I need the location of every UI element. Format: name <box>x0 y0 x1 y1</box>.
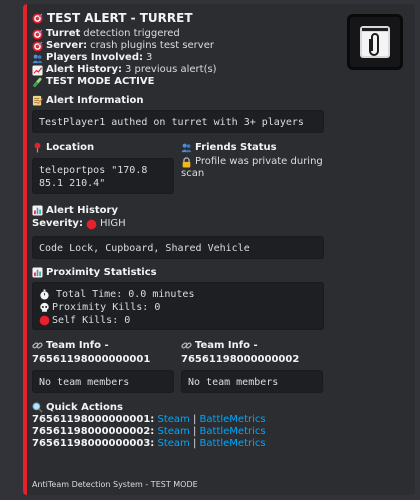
location-line-1: teleportpos "170.8 <box>39 165 148 176</box>
detail-value: detection triggered <box>83 28 180 39</box>
detail-value: 3 previous alert(s) <box>125 64 217 75</box>
proximity-title: Proximity Statistics <box>32 265 409 279</box>
alert-embed: TEST ALERT - TURRET Turret detection tri… <box>23 4 415 495</box>
steam-link[interactable]: Steam <box>157 414 189 426</box>
detail-server: Server: crash plugins test server <box>32 40 409 52</box>
detail-key: Players Involved: <box>46 52 143 63</box>
target-icon <box>32 41 43 52</box>
team-info-1-id: 76561198000000001 <box>32 353 151 365</box>
team-info-2-title: Team Info - <box>181 338 323 352</box>
alert-history-title: Alert History <box>32 203 409 217</box>
steam-link[interactable]: Steam <box>157 426 189 438</box>
friends-title: Friends Status <box>181 140 321 154</box>
link-separator: | <box>192 414 197 425</box>
bar-chart-icon <box>32 267 43 278</box>
location-title-text: Location <box>46 141 95 153</box>
quick-actions-list: 76561198000000001: Steam | BattleMetrics… <box>32 414 409 450</box>
detail-turret: Turret detection triggered <box>32 28 409 40</box>
stopwatch-icon <box>39 289 50 300</box>
proximity-row-kills: Proximity Kills: 0 <box>39 301 317 314</box>
quick-action-id: 76561198000000003: <box>32 438 155 449</box>
detail-test-mode: TEST MODE ACTIVE <box>32 76 409 88</box>
people-icon <box>181 142 192 153</box>
friends-status-line: Profile was private during <box>181 156 323 168</box>
location-title: Location <box>32 140 174 154</box>
quick-actions-title-text: Quick Actions <box>46 401 123 413</box>
link-icon <box>181 340 192 351</box>
lock-icon <box>181 157 192 168</box>
alert-info-code: TestPlayer1 authed on turret with 3+ pla… <box>32 110 324 133</box>
location-code: teleportpos "170.8 85.1 210.4" <box>32 158 174 194</box>
link-separator: | <box>192 438 197 449</box>
quick-action-row: 76561198000000002: Steam | BattleMetrics <box>32 426 409 438</box>
chart-icon <box>32 65 43 76</box>
detail-key: Server: <box>46 40 88 51</box>
target-icon <box>32 29 43 40</box>
magnifier-icon <box>32 402 43 413</box>
team-info-2-id: 76561198000000002 <box>181 353 300 365</box>
detail-key: Turret <box>46 28 81 39</box>
quick-action-id: 76561198000000002: <box>32 426 155 437</box>
proximity-row-time: Total Time: 0.0 minutes <box>39 288 317 301</box>
bar-chart-icon <box>32 205 43 216</box>
embed-footer: AntiTeam Detection System - TEST MODE <box>32 480 198 489</box>
link-icon <box>32 340 43 351</box>
battlemetrics-link[interactable]: BattleMetrics <box>200 414 266 426</box>
proximity-title-text: Proximity Statistics <box>46 266 157 278</box>
proximity-row-text: Self Kills: 0 <box>52 315 131 326</box>
proximity-code: Total Time: 0.0 minutes Proximity Kills:… <box>32 282 324 330</box>
red-circle-icon <box>39 315 50 326</box>
detail-value: crash plugins test server <box>90 40 214 51</box>
alert-info-title: Alert Information <box>32 93 409 107</box>
detail-alert-history: Alert History: 3 previous alert(s) <box>32 64 409 76</box>
friends-status-text: Profile was private during <box>195 156 323 167</box>
alert-info-title-text: Alert Information <box>46 94 144 106</box>
embed-accent-bar <box>23 4 27 495</box>
detail-value: 3 <box>145 52 153 63</box>
alert-history-code: Code Lock, Cupboard, Shared Vehicle <box>32 236 324 259</box>
pin-icon <box>32 142 43 153</box>
quick-action-id: 76561198000000001: <box>32 414 155 425</box>
people-icon <box>32 53 43 64</box>
test-tube-icon <box>32 77 43 88</box>
severity-value: HIGH <box>99 218 126 229</box>
alert-history-title-text: Alert History <box>46 204 118 216</box>
battlemetrics-link[interactable]: BattleMetrics <box>200 426 266 438</box>
quick-action-row: 76561198000000003: Steam | BattleMetrics <box>32 438 409 450</box>
alert-title-text: TEST ALERT - TURRET <box>47 11 193 25</box>
proximity-row-self-kills: Self Kills: 0 <box>39 314 317 327</box>
red-circle-icon <box>86 219 97 230</box>
detail-key: TEST MODE ACTIVE <box>46 76 155 87</box>
quick-actions-title: Quick Actions <box>32 400 409 414</box>
team-info-1-code: No team members <box>32 370 174 393</box>
alert-title: TEST ALERT - TURRET <box>32 10 409 26</box>
battlemetrics-link[interactable]: BattleMetrics <box>200 438 266 450</box>
team-info-title-text: Team Info - <box>46 339 109 351</box>
target-icon <box>32 13 43 24</box>
proximity-row-text: Proximity Kills: 0 <box>52 302 161 313</box>
link-separator: | <box>192 426 197 437</box>
team-info-1-title: Team Info - <box>32 338 174 352</box>
quick-action-row: 76561198000000001: Steam | BattleMetrics <box>32 414 409 426</box>
severity-line: Severity: HIGH <box>32 218 409 230</box>
friends-title-text: Friends Status <box>195 141 277 153</box>
detail-players: Players Involved: 3 <box>32 52 409 64</box>
skull-icon <box>39 302 50 313</box>
location-line-2: 85.1 210.4" <box>39 178 106 189</box>
detail-key: Alert History: <box>46 64 122 75</box>
severity-label: Severity: <box>32 218 83 229</box>
memo-icon <box>32 95 43 106</box>
friends-status-line-2: scan <box>181 168 205 179</box>
proximity-row-text: Total Time: 0.0 minutes <box>56 289 195 300</box>
team-info-title-text: Team Info - <box>195 339 258 351</box>
team-info-2-code: No team members <box>181 370 323 393</box>
steam-link[interactable]: Steam <box>157 438 189 450</box>
